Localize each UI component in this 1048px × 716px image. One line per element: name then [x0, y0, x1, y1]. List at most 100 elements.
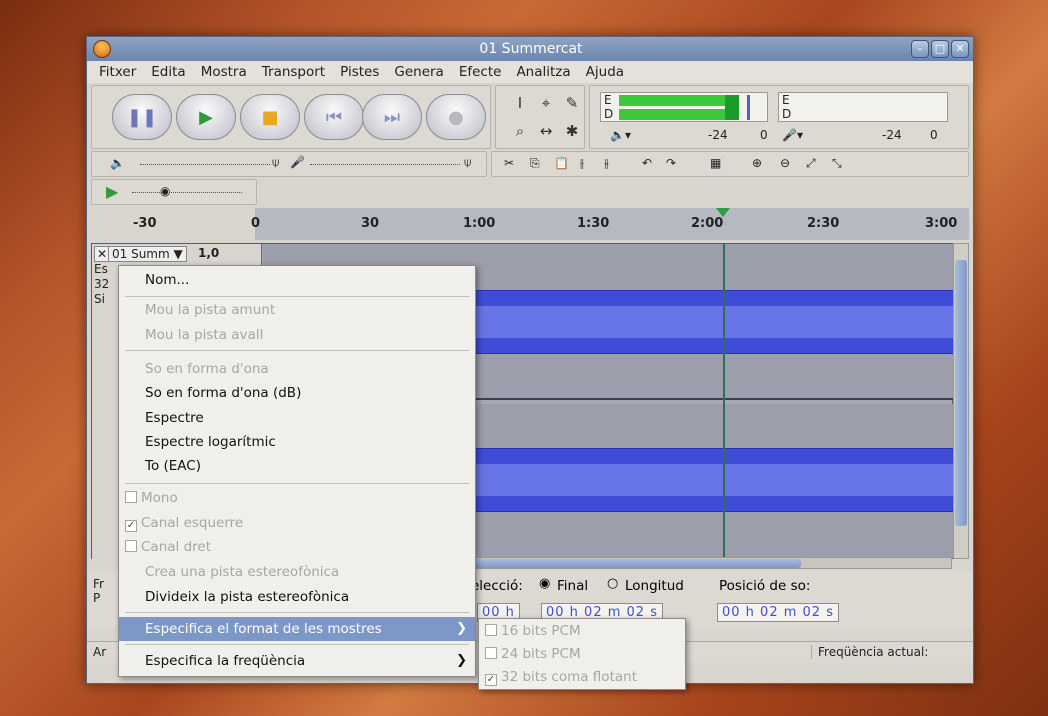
submenu-item-label: 24 bits PCM	[501, 646, 581, 662]
menu-item-waveform: So en forma d'ona	[145, 361, 269, 377]
redo-icon[interactable]: ↷	[666, 156, 676, 170]
meter-scale-label: 0	[930, 128, 938, 142]
menu-separator	[125, 612, 469, 613]
envelope-tool-icon[interactable]: ⌖	[534, 92, 558, 114]
zoom-in-icon[interactable]: ⊕	[752, 156, 762, 170]
speed-slider-thumb[interactable]: ◉	[160, 184, 170, 198]
audio-position-time[interactable]: 00 h 02 m 02 s	[717, 603, 839, 622]
record-button[interactable]: ●	[426, 94, 486, 140]
zoom-tool-icon[interactable]: ⌕	[508, 120, 532, 142]
checkbox-icon	[485, 624, 497, 636]
minimize-icon[interactable]: –	[911, 40, 929, 58]
menu-item-split-stereo[interactable]: Divideix la pista estereofònica	[119, 585, 475, 609]
menu-efecte[interactable]: Efecte	[459, 64, 502, 80]
menu-item-label: Especifica el format de les mostres	[145, 621, 382, 637]
stop-icon: ■	[261, 106, 279, 128]
track-name-dropdown[interactable]: 01 Summ ▼	[108, 246, 187, 262]
output-slider-thumb[interactable]: ⍦	[272, 155, 279, 170]
skip-end-button[interactable]: ⏭	[362, 94, 422, 140]
ruler-tick-label: 1:00	[463, 216, 496, 231]
radio-length[interactable]: ○	[607, 576, 618, 591]
menu-ajuda[interactable]: Ajuda	[586, 64, 624, 80]
stop-button[interactable]: ■	[240, 94, 300, 140]
menu-edita[interactable]: Edita	[151, 64, 185, 80]
timeshift-tool-icon[interactable]: ↔	[534, 120, 558, 142]
meter-scale-label: -24	[708, 128, 728, 142]
status-text: Ar	[93, 645, 107, 659]
horizontal-scrollbar[interactable]	[470, 557, 952, 569]
meter-toolbar: E D E D 🔈▾ -24 0 🎤▾ -24 0	[589, 85, 969, 149]
menu-item-label: Mono	[141, 490, 178, 506]
speaker-icon[interactable]: 🔈▾	[610, 128, 631, 142]
play-at-speed-icon[interactable]: ▶	[106, 182, 118, 201]
meter-label-right: D	[604, 107, 614, 121]
maximize-icon[interactable]: □	[931, 40, 949, 58]
sync-lock-icon[interactable]: ▦	[710, 156, 721, 170]
edit-toolbar: ✂ ⎘ 📋 ⫲ ⫳ ↶ ↷ ▦ ⊕ ⊖ ⤢ ⤡	[491, 151, 969, 177]
menu-item-left-channel: ✓ Canal esquerre	[119, 511, 475, 535]
menu-item-sample-rate[interactable]: Especifica la freqüència ❯	[119, 649, 475, 673]
checkbox-checked-icon: ✓	[485, 674, 497, 686]
submenu-item-24bit[interactable]: 24 bits PCM	[485, 643, 581, 665]
selection-label: elecció:	[471, 578, 523, 594]
horizontal-scroll-thumb[interactable]	[471, 559, 801, 568]
fit-selection-icon[interactable]: ⤢	[806, 156, 816, 171]
title-bar[interactable]: 01 Summercat – □ ✕	[87, 37, 973, 61]
submenu-arrow-icon: ❯	[456, 653, 467, 668]
menu-genera[interactable]: Genera	[394, 64, 443, 80]
microphone-icon[interactable]: 🎤▾	[782, 128, 803, 142]
menu-transport[interactable]: Transport	[262, 64, 325, 80]
play-button[interactable]: ▶	[176, 94, 236, 140]
current-rate-label: Freqüència actual:	[811, 645, 928, 659]
submenu-item-16bit[interactable]: 16 bits PCM	[485, 620, 581, 642]
playhead-marker-icon[interactable]	[716, 208, 730, 217]
selection-tool-icon[interactable]: I	[508, 92, 532, 114]
trim-icon[interactable]: ⫲	[580, 156, 584, 171]
input-volume-slider[interactable]	[310, 164, 460, 165]
input-slider-thumb[interactable]: ⍦	[464, 155, 471, 170]
pause-button[interactable]: ❚❚	[112, 94, 172, 140]
radio-length-label: Longitud	[625, 578, 684, 594]
ruler-tick-label: 2:00	[691, 216, 724, 231]
skip-end-icon: ⏭	[383, 106, 401, 128]
silence-icon[interactable]: ⫳	[604, 156, 609, 171]
menu-analitza[interactable]: Analitza	[516, 64, 570, 80]
vertical-scroll-thumb[interactable]	[955, 260, 967, 526]
menu-pistes[interactable]: Pistes	[340, 64, 379, 80]
menu-item-waveform-db[interactable]: So en forma d'ona (dB)	[119, 381, 475, 405]
draw-tool-icon[interactable]: ✎	[560, 92, 584, 114]
menu-separator	[125, 644, 469, 645]
menu-item-log-spectrum[interactable]: Espectre logarítmic	[119, 430, 475, 454]
timeline-ruler[interactable]: -30 0 30 1:00 1:30 2:00 2:30 3:00	[91, 208, 969, 240]
cut-icon[interactable]: ✂	[504, 156, 514, 170]
menu-item-name[interactable]: Nom...	[119, 268, 475, 292]
radio-final[interactable]: ◉	[539, 576, 550, 591]
multi-tool-icon[interactable]: ✱	[560, 120, 584, 142]
mixer-toolbar: 🔈 ⍦ 🎤 ⍦	[91, 151, 487, 177]
radio-final-label: Final	[557, 578, 589, 594]
vertical-scrollbar[interactable]	[953, 243, 969, 559]
menu-item-spectrum[interactable]: Espectre	[119, 406, 475, 430]
submenu-item-32bit-float[interactable]: ✓ 32 bits coma flotant	[485, 666, 637, 688]
ruler-tick-label: 3:00	[925, 216, 958, 231]
skip-start-icon: ⏮	[325, 106, 343, 128]
menu-item-sample-format[interactable]: Especifica el format de les mostres ❯	[119, 617, 475, 641]
output-volume-slider[interactable]	[140, 164, 270, 165]
fit-project-icon[interactable]: ⤡	[832, 156, 842, 171]
menu-item-pitch[interactable]: To (EAC)	[119, 454, 475, 478]
skip-start-button[interactable]: ⏮	[304, 94, 364, 140]
copy-icon[interactable]: ⎘	[530, 156, 540, 171]
speed-slider[interactable]	[132, 192, 242, 193]
play-at-speed-toolbar: ▶ ◉	[91, 179, 257, 205]
menu-fitxer[interactable]: Fitxer	[99, 64, 136, 80]
zoom-out-icon[interactable]: ⊖	[780, 156, 790, 170]
menu-item-move-up: Mou la pista amunt	[145, 302, 276, 318]
ruler-tick-label: 0	[251, 216, 261, 231]
undo-icon[interactable]: ↶	[642, 156, 652, 170]
paste-icon[interactable]: 📋	[554, 156, 569, 170]
playback-peak	[725, 95, 739, 120]
close-icon[interactable]: ✕	[951, 40, 969, 58]
menu-mostra[interactable]: Mostra	[201, 64, 247, 80]
track-info-text: Es	[94, 262, 108, 276]
playhead-line	[723, 244, 725, 560]
